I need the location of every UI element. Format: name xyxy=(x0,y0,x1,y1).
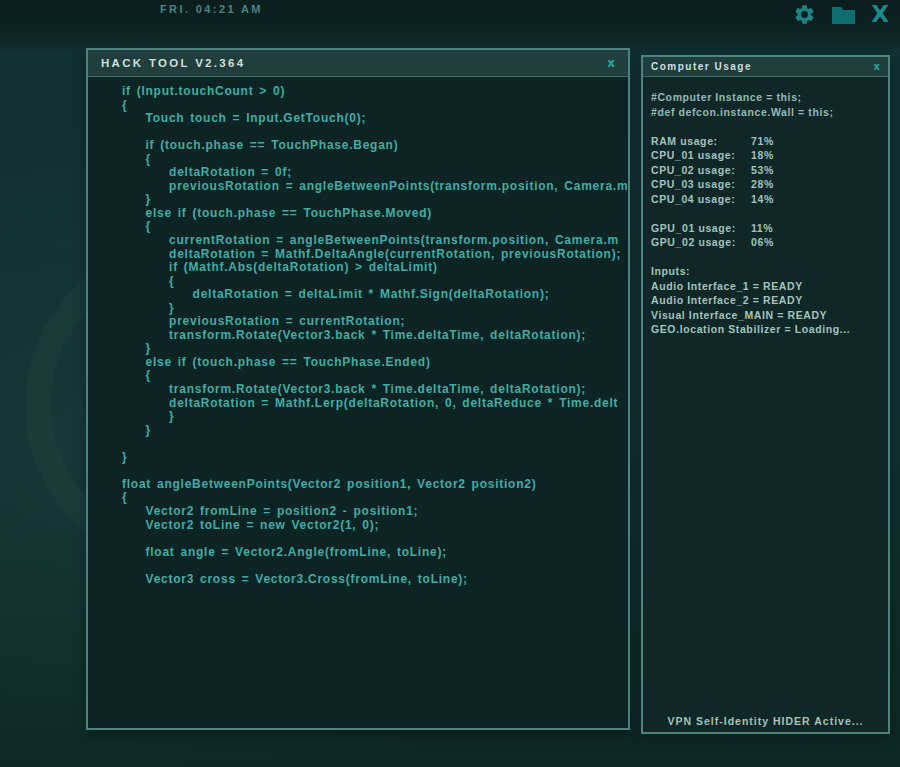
usage-stat-row: CPU_01 usage:18% xyxy=(651,148,880,163)
hack-tool-close-icon[interactable]: x xyxy=(607,56,615,70)
computer-usage-close-icon[interactable]: x xyxy=(874,61,880,72)
input-status-line: Visual Interface_MAIN = READY xyxy=(651,308,880,323)
computer-usage-panel: Computer Usage x #Computer Instance = th… xyxy=(641,55,890,734)
computer-usage-title: Computer Usage xyxy=(651,61,752,72)
top-status-bar: FRI. 04:21 AM X xyxy=(0,0,900,32)
vpn-status: VPN Self-Identity HIDER Active... xyxy=(643,715,888,727)
usage-stats: RAM usage:71%CPU_01 usage:18%CPU_02 usag… xyxy=(651,134,880,207)
hack-tool-titlebar: HACK TOOL V2.364 x xyxy=(88,50,628,77)
computer-usage-body: #Computer Instance = this; #def defcon.i… xyxy=(643,77,888,337)
close-icon[interactable]: X xyxy=(871,2,889,27)
usage-stat-row: CPU_04 usage:14% xyxy=(651,192,880,207)
gpu-stats: GPU_01 usage:11%GPU_02 usage:06% xyxy=(651,221,880,250)
settings-gear-icon[interactable] xyxy=(793,3,816,26)
usage-stat-row: CPU_02 usage:53% xyxy=(651,163,880,178)
instance-line: #def defcon.instance.Wall = this; xyxy=(651,105,880,120)
code-editor: if (Input.touchCount > 0) { Touch touch … xyxy=(88,77,628,755)
input-status-line: Audio Interface_1 = READY xyxy=(651,279,880,294)
usage-stat-row: RAM usage:71% xyxy=(651,134,880,149)
input-status-line: Audio Interface_2 = READY xyxy=(651,293,880,308)
hack-tool-window: HACK TOOL V2.364 x if (Input.touchCount … xyxy=(86,48,630,730)
usage-stat-row: CPU_03 usage:28% xyxy=(651,177,880,192)
hack-tool-title: HACK TOOL V2.364 xyxy=(101,57,245,69)
input-status-line: GEO.location Stabilizer = Loading... xyxy=(651,322,880,337)
inputs-list: Audio Interface_1 = READYAudio Interface… xyxy=(651,279,880,337)
usage-stat-row: GPU_01 usage:11% xyxy=(651,221,880,236)
instance-line: #Computer Instance = this; xyxy=(651,90,880,105)
clock-label: FRI. 04:21 AM xyxy=(160,3,263,15)
usage-stat-row: GPU_02 usage:06% xyxy=(651,235,880,250)
inputs-label: Inputs: xyxy=(651,264,880,279)
computer-usage-titlebar: Computer Usage x xyxy=(643,57,888,77)
folder-icon[interactable] xyxy=(831,4,856,25)
